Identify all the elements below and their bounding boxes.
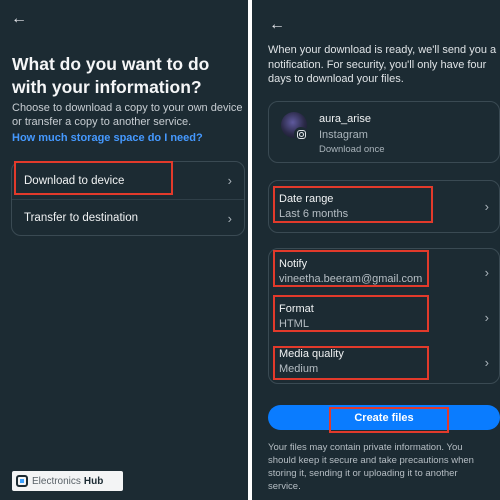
download-info-text: When your download is ready, we'll send … (268, 44, 497, 85)
account-username: aura_arise (319, 113, 371, 125)
chevron-right-icon: › (484, 265, 489, 280)
setting-title: Media quality (279, 348, 344, 360)
media-quality-setting[interactable]: Media quality Medium › (269, 339, 499, 384)
chevron-right-icon: › (227, 210, 232, 226)
settings-group-card: Notify vineetha.beeram@gmail.com › Forma… (268, 248, 500, 384)
account-card: aura_arise Instagram Download once (268, 101, 500, 163)
option-label: Download to device (24, 174, 125, 187)
privacy-note: Your files may contain private informati… (268, 442, 474, 492)
chevron-right-icon: › (484, 355, 489, 370)
chevron-right-icon: › (484, 310, 489, 325)
watermark-text: Hub (83, 475, 104, 487)
setting-value: Last 6 months (279, 208, 349, 220)
notify-setting[interactable]: Notify vineetha.beeram@gmail.com › (269, 249, 499, 294)
page-title: What do you want to do with your informa… (12, 54, 210, 97)
date-range-setting[interactable]: Date range Last 6 months › (268, 180, 500, 233)
storage-help-link[interactable]: How much storage space do I need? (12, 131, 203, 145)
transfer-to-destination-option[interactable]: Transfer to destination › (12, 199, 244, 236)
arrow-left-icon[interactable]: ← (269, 17, 285, 33)
download-to-device-option[interactable]: Download to device › (12, 162, 244, 199)
download-options-card: Download to device › Transfer to destina… (11, 161, 245, 236)
chevron-right-icon: › (227, 173, 232, 188)
create-files-button[interactable]: Create files (268, 405, 500, 430)
chevron-right-icon: › (484, 199, 489, 214)
setting-value: Medium (279, 363, 319, 375)
setting-title: Notify (279, 258, 308, 270)
left-screen: ← What do you want to do with your infor… (0, 0, 248, 500)
format-setting[interactable]: Format HTML › (269, 294, 499, 339)
arrow-left-icon[interactable]: ← (11, 11, 27, 27)
setting-title: Format (279, 303, 314, 315)
watermark-logo: Electronics Hub (12, 471, 123, 491)
brand-logo-icon (16, 475, 28, 487)
option-label: Transfer to destination (24, 212, 138, 224)
instagram-icon (294, 127, 308, 141)
setting-title: Date range (279, 193, 334, 205)
watermark-text: Electronics (32, 475, 81, 487)
setting-value: vineetha.beeram@gmail.com (279, 273, 423, 285)
account-platform: Instagram (319, 129, 368, 141)
page-description: Choose to download a copy to your own de… (12, 102, 243, 128)
setting-value: HTML (279, 318, 309, 330)
download-frequency: Download once (319, 144, 385, 155)
